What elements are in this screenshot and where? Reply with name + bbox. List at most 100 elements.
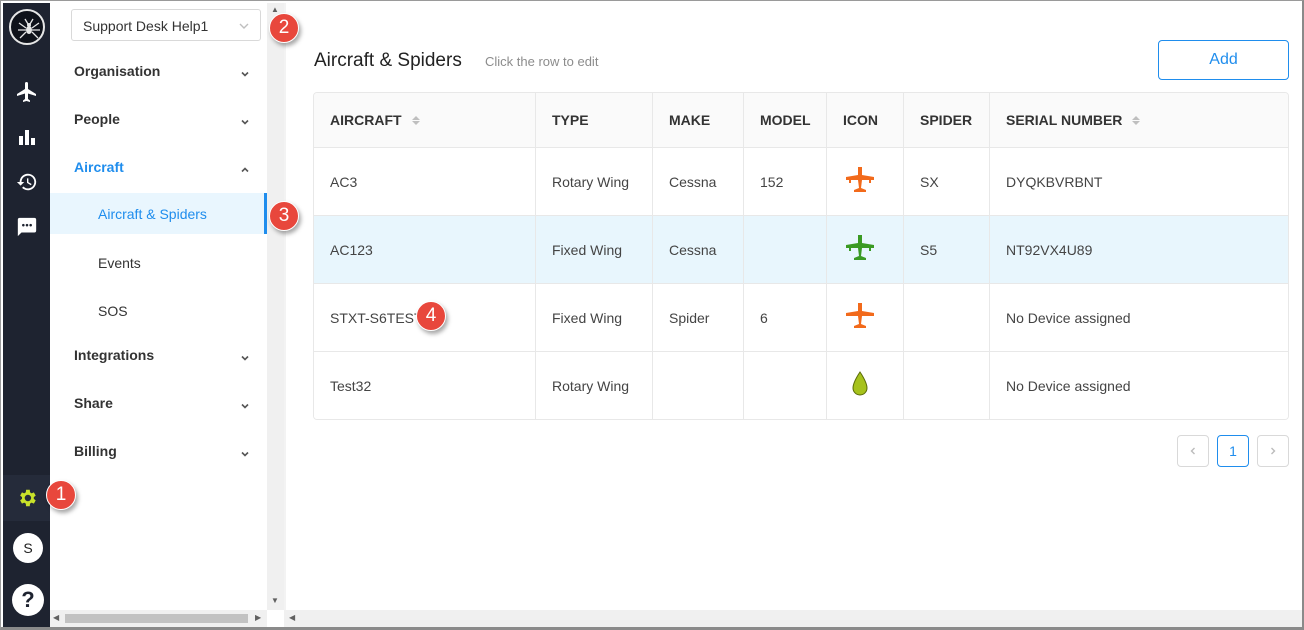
sidebar-horizontal-scrollbar[interactable]: ◀ ▶ [50,610,267,627]
sidebar-group-organisation[interactable]: Organisation [74,63,160,79]
user-avatar[interactable]: S [13,533,43,563]
plane-icon [843,165,877,198]
history-icon[interactable] [14,169,40,195]
cell-aircraft: AC3 [330,173,358,190]
sidebar-item-label: Aircraft & Spiders [98,206,207,222]
sidebar-item-sos[interactable]: SOS [98,303,128,319]
chevron-down-icon [240,114,250,132]
chevron-down-icon [240,350,250,368]
sidebar-vertical-scrollbar[interactable]: ▲ ▼ [267,3,284,610]
table-row[interactable]: STXT-S6TEST Fixed Wing Spider 6 No Devic… [314,283,1288,351]
scroll-left-icon[interactable]: ◀ [289,614,295,622]
table-row[interactable]: AC3 Rotary Wing Cessna 152 SX DYQKBVRBNT [314,147,1288,215]
column-header-icon: ICON [826,93,903,147]
scroll-up-icon[interactable]: ▲ [271,6,279,14]
column-header-make: MAKE [652,93,743,147]
callout-3: 3 [269,201,299,231]
cell-type: Fixed Wing [535,284,652,351]
column-header-model: MODEL [743,93,826,147]
help-icon[interactable]: ? [12,584,44,616]
column-header-type: TYPE [535,93,652,147]
table-row[interactable]: Test32 Rotary Wing No Device assigned [314,351,1288,419]
cell-serial-number: No Device assigned [989,284,1288,351]
sort-icon[interactable] [411,115,420,125]
sidebar: Support Desk Help1 Organisation People A… [50,3,267,611]
chat-icon[interactable] [14,214,40,240]
table-row[interactable]: AC123 Fixed Wing Cessna S5 NT92VX4U89 [314,215,1288,283]
cell-icon [826,148,903,215]
pagination-prev-button[interactable] [1177,435,1209,467]
sidebar-group-label: Aircraft [74,159,124,175]
chevron-right-icon [1271,447,1276,455]
organisation-select[interactable]: Support Desk Help1 [71,9,261,41]
cell-type: Rotary Wing [535,352,652,419]
pagination-next-button[interactable] [1257,435,1289,467]
sidebar-group-billing[interactable]: Billing [74,443,117,459]
table-header: AIRCRAFT TYPE MAKE MODEL ICON SPIDER SER… [314,93,1288,147]
scroll-left-icon[interactable]: ◀ [53,614,59,622]
divider [284,3,286,610]
drop-icon [851,371,869,400]
cell-model: 152 [743,148,826,215]
chevron-down-icon [238,19,250,37]
cell-type: Rotary Wing [535,148,652,215]
column-header-label: SPIDER [920,112,973,128]
cell-icon [826,284,903,351]
sidebar-group-label: People [74,111,120,127]
app-window: S ? Support Desk Help1 Organisation Peop… [0,0,1304,630]
chevron-left-icon [1190,447,1195,455]
cell-model [743,352,826,419]
sidebar-item-aircraft-spiders[interactable]: Aircraft & Spiders [50,193,267,234]
cell-spider: S5 [903,216,989,283]
cell-serial-number: NT92VX4U89 [989,216,1288,283]
column-header-label: AIRCRAFT [330,112,402,128]
sort-icon[interactable] [1132,115,1141,125]
chevron-up-icon [240,162,250,180]
pagination-page-button[interactable]: 1 [1217,435,1249,467]
cell-type: Fixed Wing [535,216,652,283]
cell-make: Spider [652,284,743,351]
chevron-down-icon [240,398,250,416]
cell-aircraft: AC123 [330,241,373,258]
cell-aircraft: Test32 [330,377,372,394]
scrollbar-thumb[interactable] [65,614,248,623]
scroll-down-icon[interactable]: ▼ [271,597,279,605]
main-horizontal-scrollbar[interactable]: ◀ [284,610,1302,627]
plane-icon [843,301,877,334]
chevron-down-icon [240,446,250,464]
column-header-serial-number[interactable]: SERIAL NUMBER [989,93,1288,147]
sidebar-group-label: Integrations [74,347,155,363]
cell-serial-number: DYQKBVRBNT [989,148,1288,215]
column-header-spider: SPIDER [903,93,989,147]
sidebar-group-share[interactable]: Share [74,395,113,411]
callout-2: 2 [269,13,299,43]
sidebar-group-integrations[interactable]: Integrations [74,347,154,363]
column-header-label: MODEL [760,112,811,128]
sidebar-group-people[interactable]: People [74,111,120,127]
airplane-icon[interactable] [14,79,40,105]
cell-model: 6 [743,284,826,351]
cell-make: Cessna [652,148,743,215]
sidebar-item-label: SOS [98,303,128,319]
cell-spider [903,284,989,351]
sidebar-group-label: Share [74,395,113,411]
callout-4: 4 [416,301,446,331]
sidebar-item-label: Events [98,255,141,271]
plane-icon [843,233,877,266]
scroll-right-icon[interactable]: ▶ [255,614,261,622]
cell-spider [903,352,989,419]
column-header-aircraft[interactable]: AIRCRAFT [314,93,535,147]
cell-icon [826,352,903,419]
spider-logo-icon[interactable] [9,9,45,45]
add-button[interactable]: Add [1158,40,1289,80]
organisation-select-value: Support Desk Help1 [83,18,209,34]
cell-make: Cessna [652,216,743,283]
cell-make [652,352,743,419]
cell-spider: SX [903,148,989,215]
sidebar-item-events[interactable]: Events [98,255,141,271]
settings-item[interactable] [3,475,50,521]
column-header-label: SERIAL NUMBER [1006,112,1123,128]
cell-icon [826,216,903,283]
bar-chart-icon[interactable] [14,124,40,150]
sidebar-group-aircraft[interactable]: Aircraft [74,159,124,175]
